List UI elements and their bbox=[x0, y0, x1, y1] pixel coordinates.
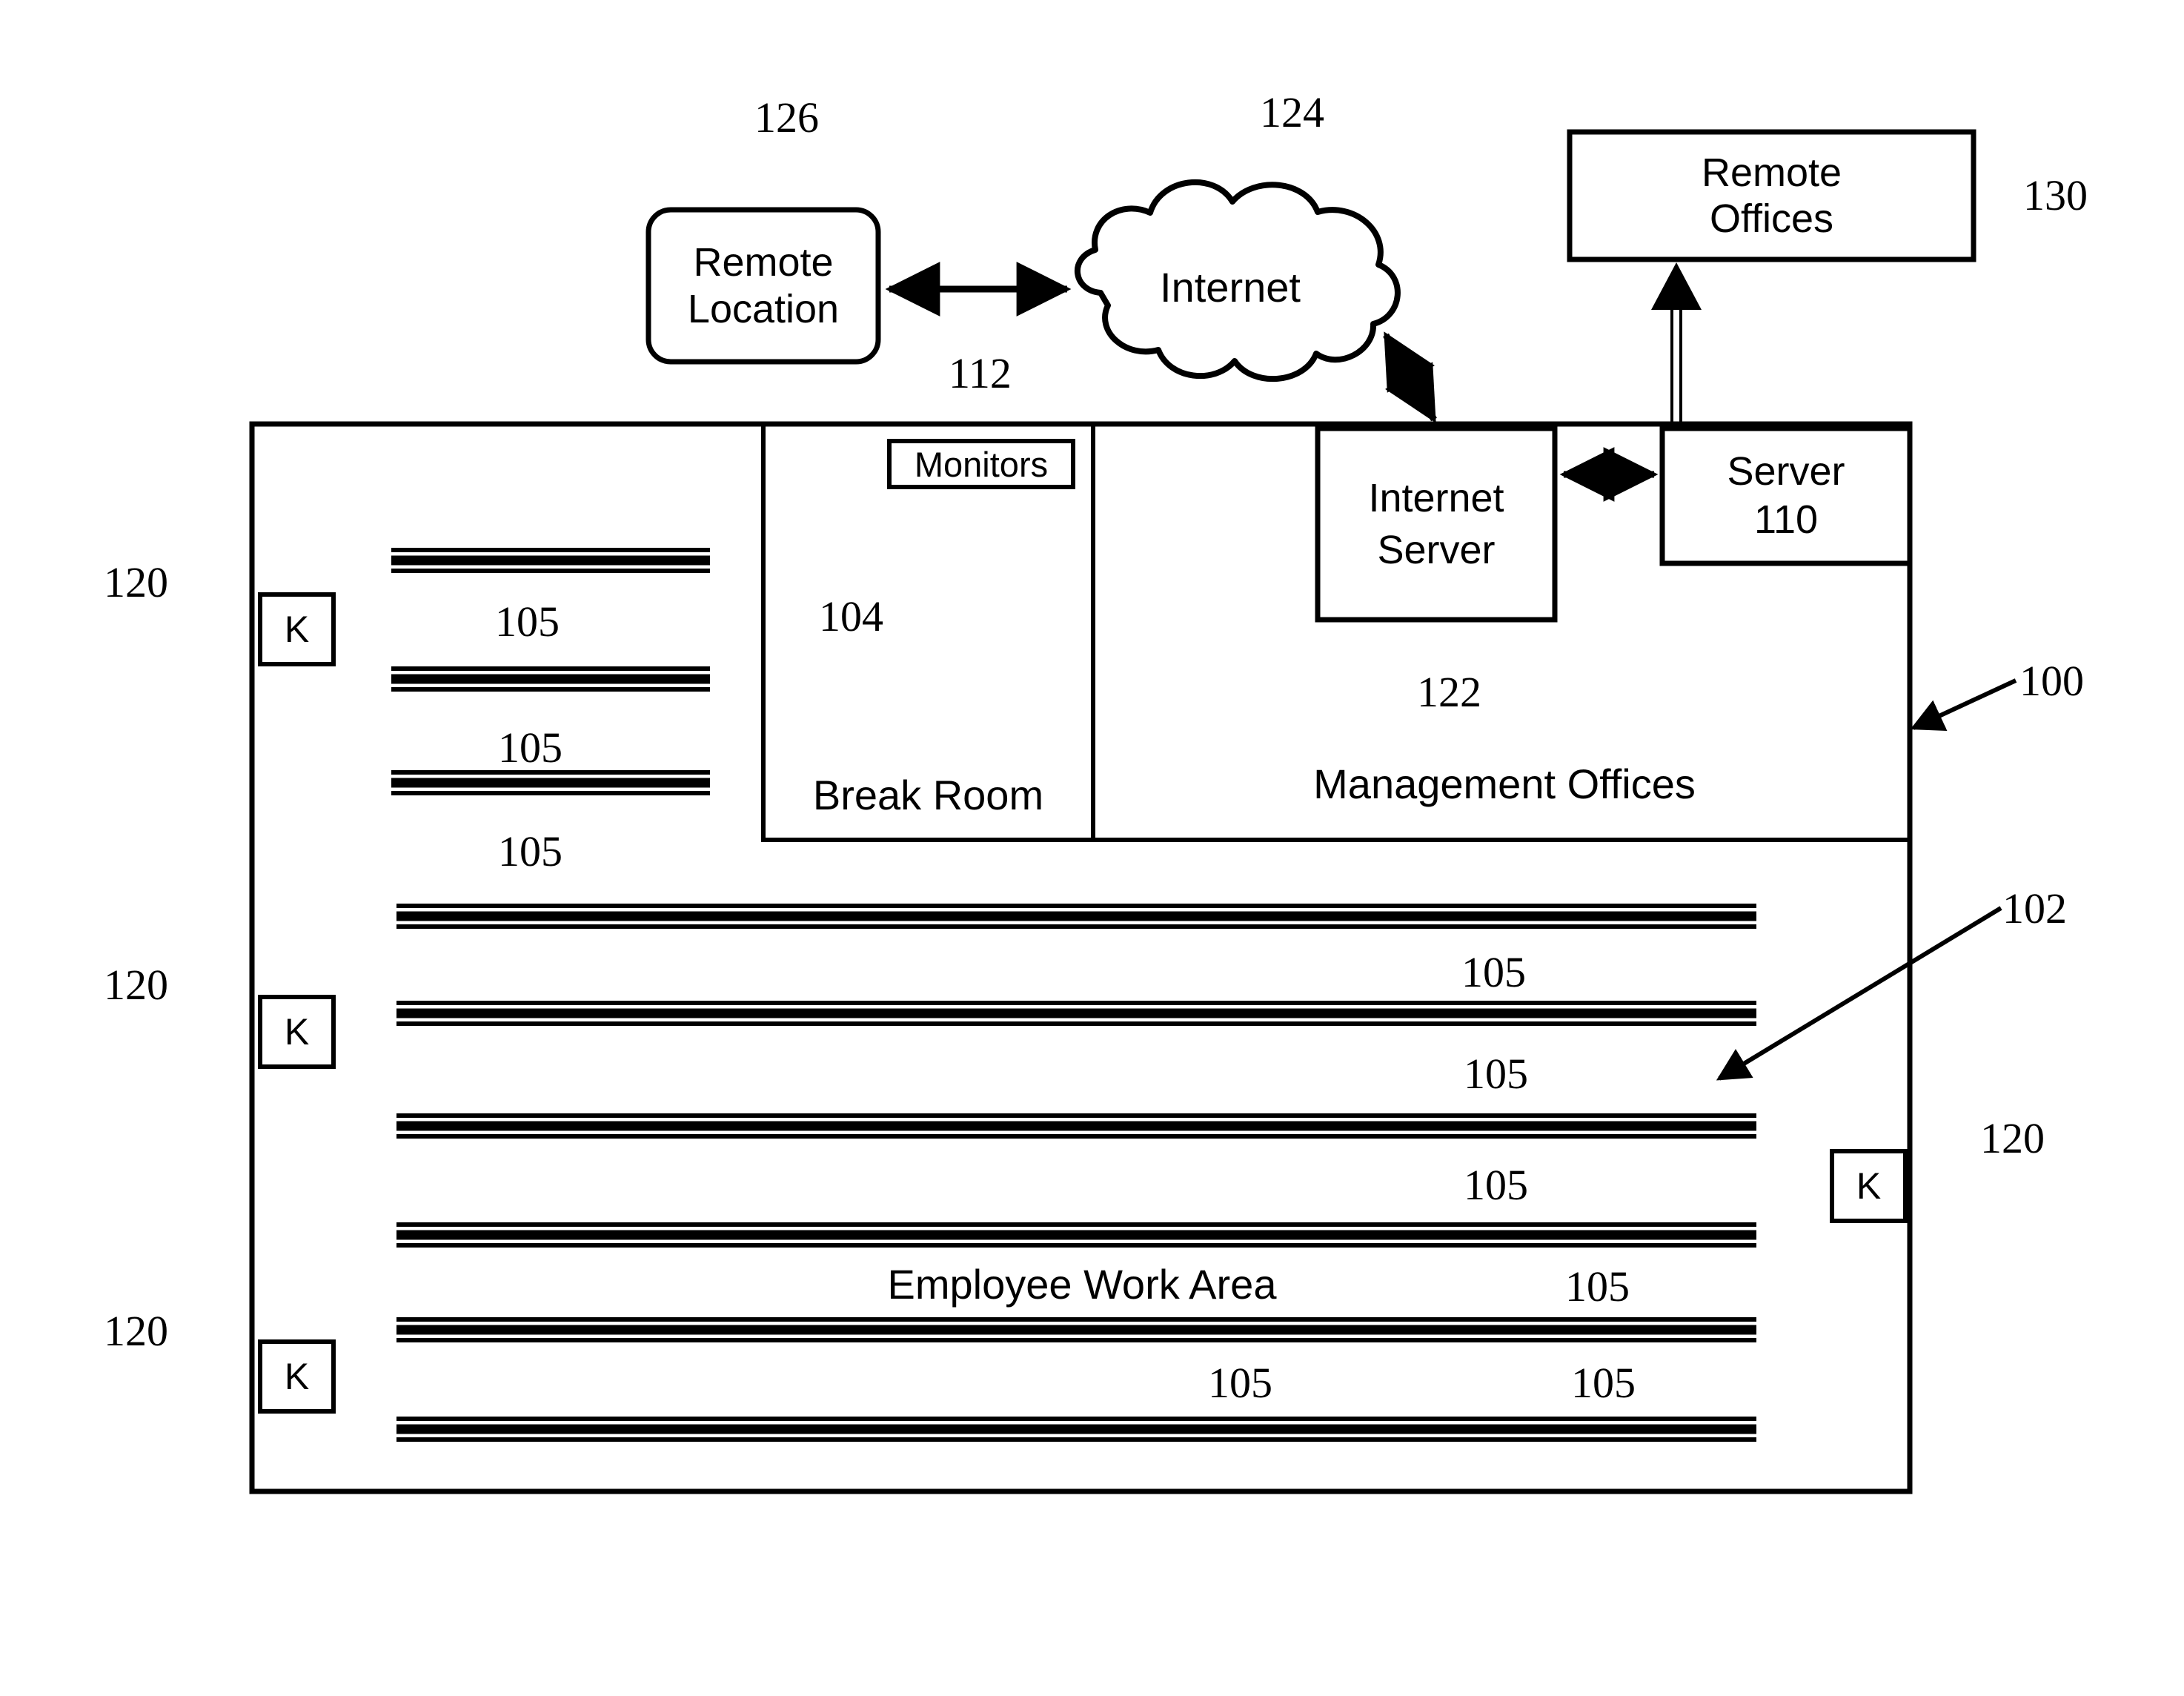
internet-cloud-label: Internet bbox=[1160, 264, 1301, 311]
leader-112 bbox=[915, 377, 950, 439]
leader-102 bbox=[1716, 906, 2002, 1081]
reference-numeral-120-left-middle: 120 bbox=[104, 961, 168, 1009]
reference-numeral-105: 105 bbox=[1571, 1359, 1636, 1407]
remote-location-label: Remote Location bbox=[687, 240, 840, 331]
kiosk-label-right: K bbox=[1856, 1165, 1882, 1207]
workbench-row bbox=[396, 1222, 1756, 1248]
leader-120-left-upper bbox=[189, 602, 256, 640]
reference-numeral-105: 105 bbox=[1208, 1359, 1272, 1407]
internet-internetserver-arrow bbox=[1383, 331, 1437, 423]
internet-server-label: Internet Server bbox=[1368, 475, 1504, 572]
kiosk-label-left-upper: K bbox=[284, 609, 310, 650]
leader-105 bbox=[1408, 1140, 1453, 1193]
workbench-row bbox=[396, 1001, 1756, 1026]
leader-120-right bbox=[1909, 1160, 1977, 1198]
main-server-label: Server 110 bbox=[1727, 449, 1845, 542]
leader-122 bbox=[1358, 623, 1414, 691]
reference-numeral-105: 105 bbox=[495, 597, 560, 646]
reference-numeral-102: 102 bbox=[2002, 884, 2067, 933]
leader-120-left-middle bbox=[189, 1004, 256, 1042]
patent-figure: 126 124 130 112 122 104 100 102 120 120 … bbox=[0, 0, 2184, 1696]
leader-105 bbox=[1518, 1249, 1556, 1296]
reference-numeral-105: 105 bbox=[1565, 1262, 1630, 1311]
reference-numeral-124: 124 bbox=[1260, 88, 1324, 136]
leader-105 bbox=[1523, 1343, 1562, 1392]
reference-numeral-120-right: 120 bbox=[1980, 1114, 2045, 1162]
reference-numeral-100: 100 bbox=[2019, 657, 2084, 705]
monitors-label: Monitors bbox=[914, 444, 1049, 484]
leader-120-left-lower bbox=[189, 1351, 256, 1388]
leader-105 bbox=[1408, 1027, 1453, 1084]
workbench-row bbox=[391, 666, 710, 692]
leader-105 bbox=[445, 574, 485, 634]
kiosk-label-left-lower: K bbox=[284, 1356, 310, 1397]
break-room-label: Break Room bbox=[812, 772, 1044, 818]
workbench-row bbox=[391, 770, 710, 795]
reference-numeral-130: 130 bbox=[2023, 171, 2088, 219]
reference-numeral-120-left-lower: 120 bbox=[104, 1307, 168, 1355]
kiosk-label-left-middle: K bbox=[284, 1011, 310, 1053]
reference-numeral-105: 105 bbox=[498, 723, 562, 772]
reference-numeral-105: 105 bbox=[1464, 1050, 1528, 1098]
leader-100 bbox=[1910, 678, 2017, 732]
reference-numeral-105: 105 bbox=[498, 827, 562, 875]
leader-105 bbox=[445, 693, 489, 758]
leader-105 bbox=[445, 797, 489, 861]
reference-numeral-105: 105 bbox=[1461, 948, 1526, 996]
workbench-row bbox=[396, 1113, 1756, 1139]
reference-numeral-126: 126 bbox=[754, 93, 819, 142]
leader-130 bbox=[1975, 194, 2025, 228]
reference-numeral-112: 112 bbox=[949, 349, 1012, 397]
employee-work-area-label: Employee Work Area bbox=[887, 1261, 1277, 1308]
reference-numeral-104: 104 bbox=[819, 592, 883, 640]
reference-numeral-105: 105 bbox=[1464, 1161, 1528, 1209]
management-offices-label: Management Offices bbox=[1313, 761, 1696, 807]
leader-126 bbox=[738, 150, 771, 210]
reference-numeral-120-left-upper: 120 bbox=[104, 558, 168, 606]
workbench-row bbox=[396, 1417, 1756, 1442]
remote-offices-label: Remote Offices bbox=[1701, 150, 1842, 241]
workbench-row bbox=[391, 548, 710, 573]
server-remote-offices-arrow bbox=[1651, 262, 1702, 428]
leader-105 bbox=[1408, 930, 1451, 982]
workbench-row bbox=[396, 1317, 1756, 1342]
workbench-row bbox=[396, 904, 1756, 929]
reference-numeral-122: 122 bbox=[1417, 668, 1481, 716]
